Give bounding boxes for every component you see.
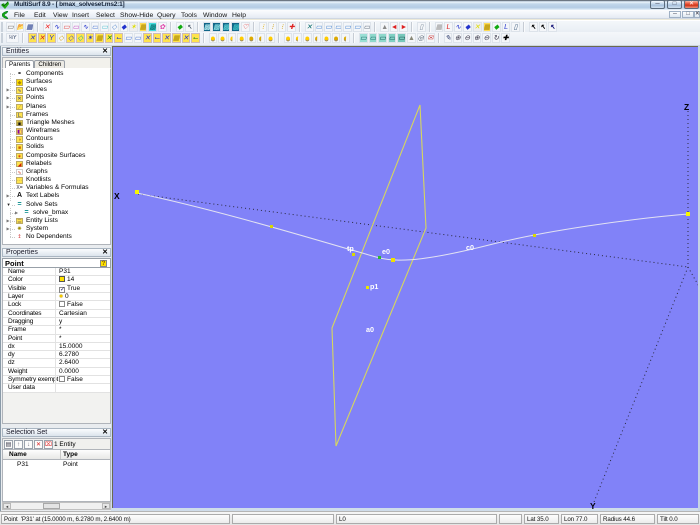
svg-text:p1: p1 [370, 282, 378, 291]
svg-text:Z: Z [684, 102, 689, 112]
svg-text:e0: e0 [382, 247, 390, 256]
svg-text:tp: tp [347, 244, 354, 253]
svg-text:a0: a0 [366, 325, 374, 334]
svg-text:X: X [114, 191, 120, 201]
svg-text:c0: c0 [466, 243, 474, 252]
svg-text:Y: Y [590, 501, 596, 511]
